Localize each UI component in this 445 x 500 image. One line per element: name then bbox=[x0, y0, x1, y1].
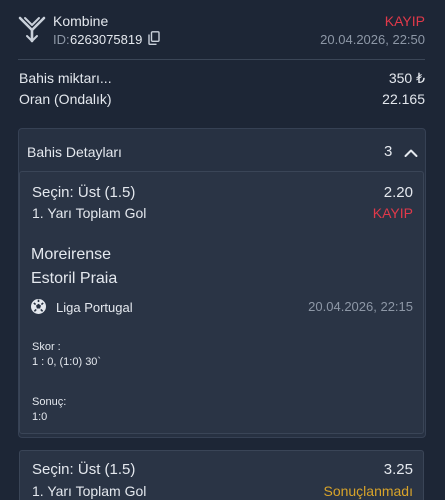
soccer-ball-icon bbox=[31, 299, 46, 314]
bet-details-title[interactable]: Bahis Detayları bbox=[27, 144, 122, 160]
bet-id-label: ID: bbox=[53, 32, 70, 47]
app-logo-icon bbox=[17, 14, 47, 44]
score-label: Skor : bbox=[32, 341, 61, 353]
odds-value: 22.165 bbox=[382, 91, 425, 107]
copy-icon[interactable] bbox=[148, 31, 160, 45]
event-datetime: 20.04.2026, 22:15 bbox=[308, 299, 413, 314]
bet-odds: 3.25 bbox=[383, 461, 413, 478]
bet-odds: 2.20 bbox=[383, 184, 413, 201]
bet-datetime: 20.04.2026, 22:50 bbox=[320, 32, 425, 47]
chevron-up-icon[interactable] bbox=[404, 145, 418, 157]
bet-id-value: 6263075819 bbox=[70, 32, 143, 47]
result-value: 1:0 bbox=[32, 411, 48, 423]
header-divider bbox=[18, 59, 425, 60]
bet-details-count: 3 bbox=[384, 143, 393, 160]
away-team: Estoril Praia bbox=[31, 270, 118, 287]
bet-selection: Seçin: Üst (1.5) bbox=[32, 184, 136, 201]
bet-type-title: Kombine bbox=[53, 13, 109, 29]
bet-market: 1. Yarı Toplam Gol bbox=[32, 483, 147, 499]
stake-value: 350 ₺ bbox=[388, 70, 425, 86]
home-team: Moreirense bbox=[31, 246, 112, 263]
result-label: Sonuç: bbox=[32, 396, 67, 408]
stake-label: Bahis miktarı... bbox=[19, 70, 112, 86]
bet-status: Sonuçlanmadı bbox=[323, 483, 413, 499]
odds-label: Oran (Ondalık) bbox=[19, 91, 112, 107]
bet-status: KAYIP bbox=[372, 205, 413, 221]
bet-status-badge: KAYIP bbox=[384, 13, 425, 29]
score-value: 1 : 0, (1:0) 30` bbox=[32, 356, 102, 368]
bet-selection: Seçin: Üst (1.5) bbox=[32, 461, 136, 478]
league-name: Liga Portugal bbox=[56, 300, 133, 315]
bet-market: 1. Yarı Toplam Gol bbox=[32, 205, 147, 221]
